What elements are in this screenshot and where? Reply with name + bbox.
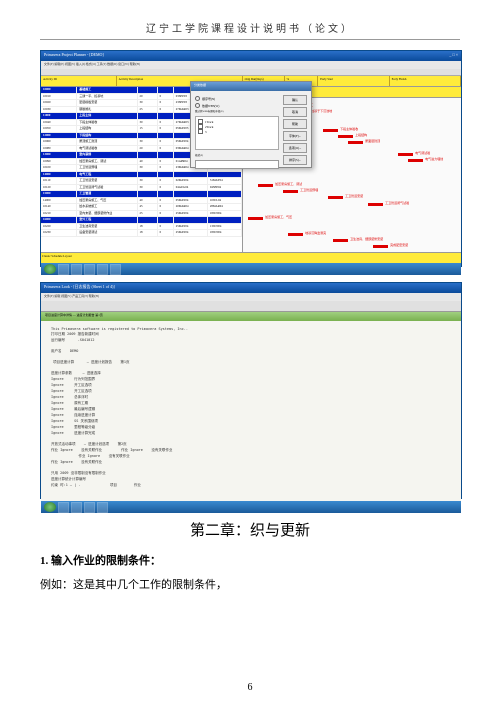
gantt-bar-label: 完成配套安装 (390, 243, 408, 247)
gantt-bar-label: 上段结构 (355, 133, 367, 137)
param-line: Ignore 开工区选项 (51, 383, 451, 388)
menubar: 文件(F) 编辑(E) 视图(V) 插入(I) 格式(O) 工具(T) 数据(D… (41, 61, 461, 69)
help-button[interactable]: 帮助 (283, 119, 307, 129)
taskbar-icon[interactable] (58, 502, 69, 513)
window-controls: _ □ × (449, 52, 458, 60)
gantt-bar (258, 184, 273, 187)
taskbar-icon[interactable] (84, 264, 95, 275)
constraint-line: 作业 Ignore 没有关联作业 (51, 460, 451, 465)
bottom-panel: Classic Schedule Layout (41, 252, 461, 263)
start-button[interactable] (44, 264, 56, 274)
checkbox-icon[interactable] (198, 129, 203, 134)
format-dropdown[interactable] (195, 160, 279, 169)
gantt-bar-label: 电气调试验 (415, 151, 430, 155)
gantt-bar-label: 加压泵房施工、调试 (275, 182, 302, 186)
param-line: Ignore 开工区选项 (51, 389, 451, 394)
radio-icon[interactable] (195, 96, 200, 101)
chapter-title: 第二章：织与更新 (40, 519, 460, 540)
section-title: 1. 输入作业的限制条件： (40, 552, 460, 568)
sort-button[interactable]: 排序(S)... (283, 155, 307, 165)
gantt-bar (283, 190, 298, 193)
param-line: Ignore 里程等级分级 (51, 425, 451, 430)
param-line: Ignore 原有工期 (51, 401, 451, 406)
taskbar-icon[interactable] (97, 264, 108, 275)
param-line: Ignore 连续进度计算 (51, 413, 451, 418)
constraint-line: 作业 Ignore 没有关联作业 (51, 454, 451, 459)
gantt-bar (248, 217, 263, 220)
gantt-bar (288, 233, 303, 236)
gantt-bar (323, 129, 338, 132)
gantt-bar (348, 141, 363, 144)
windows-taskbar (41, 501, 461, 513)
body-text: 例如：这是其中几个工作的限制条件， (40, 576, 460, 592)
param-line: Ignore 总体浮时 (51, 395, 451, 400)
param-line: Ignore 行为列范围界 (51, 377, 451, 382)
gantt-bar (328, 196, 343, 199)
windows-taskbar (41, 263, 461, 275)
gantt-bar (373, 245, 388, 248)
gantt-bar (368, 203, 383, 206)
gantt-bar-label: 电气进力埋线 (425, 157, 443, 161)
menubar: 文件(F) 编辑 视图(V) 产品工具(T) 帮助(H) (41, 293, 461, 301)
document-header: 辽宁工学院课程设计说明书（论文） (40, 20, 460, 40)
report-content: This Primavera software is registered to… (41, 321, 461, 501)
param-line: Ignore 最后编号逻辑 (51, 407, 451, 412)
gantt-bar-label: 工卫管道安装 (345, 194, 363, 198)
param-line: Ignore 进度计算完成 (51, 431, 451, 436)
start-button[interactable] (44, 502, 56, 512)
gantt-bar (408, 159, 423, 162)
cancel-button[interactable]: 取消 (283, 107, 307, 117)
page-number: 6 (0, 682, 500, 693)
sort-dialog: 分类依据 顺序号(N) 依据WBS(W) 跳过共WBS标题和字段(E) 1Tra… (190, 81, 312, 168)
taskbar-icon[interactable] (71, 502, 82, 513)
gantt-bar-label: 加压泵房施工、气压 (265, 215, 292, 219)
gantt-bar (338, 135, 353, 138)
taskbar-icon[interactable] (110, 264, 121, 275)
taskbar-icon[interactable] (58, 264, 69, 275)
font-button[interactable]: 字体(F)... (283, 131, 307, 141)
gantt-bar (398, 153, 413, 156)
gantt-bar-label: 地基沉降监测完 (305, 231, 326, 235)
dialog-title: 分类依据 (191, 82, 311, 91)
gantt-bar-label: 下段主体验收 (340, 127, 358, 131)
gantt-bar-label: 卫生洁具、细部装修安装 (350, 237, 383, 241)
window-titlebar: Primavera Project Planner - [DEMO] _ □ × (41, 51, 461, 61)
task-row: 10230设备安装调试18025MAY0418JUN04 (41, 230, 242, 237)
gantt-bar-label: 工卫管道预埋 (300, 188, 318, 192)
options-button[interactable]: 选项(O)... (283, 143, 307, 153)
toolbar (41, 69, 461, 76)
report-header-bar: 项目进度计算中详情 — 进度计划报告 第1页 (41, 312, 461, 321)
taskbar-icon[interactable] (84, 502, 95, 513)
window-titlebar: Primavera Look - [日志报告 (Sheet 1 of 4)] (41, 283, 461, 293)
toolbar (41, 301, 461, 312)
param-line: Ignore SS 关系围绕项 (51, 419, 451, 424)
gantt-bar-label: 工卫管道闭气试验 (385, 201, 409, 205)
radio-icon[interactable] (195, 103, 200, 108)
ok-button[interactable]: 确认 (283, 95, 307, 105)
taskbar-icon[interactable] (71, 264, 82, 275)
gantt-bar-label: 屋面层封顶 (365, 139, 380, 143)
primavera-look-screenshot: Primavera Look - [日志报告 (Sheet 1 of 4)] 文… (40, 282, 462, 499)
taskbar-icon[interactable] (97, 502, 108, 513)
checkbox-list: 1Track 2Track 3 (195, 116, 279, 150)
constraint-line: 作业 Ignore 没有关联作业 作业 Ignore 没有关联作业 (51, 448, 451, 453)
primavera-gantt-screenshot: Primavera Project Planner - [DEMO] _ □ ×… (40, 50, 462, 267)
gantt-bar (333, 239, 348, 242)
